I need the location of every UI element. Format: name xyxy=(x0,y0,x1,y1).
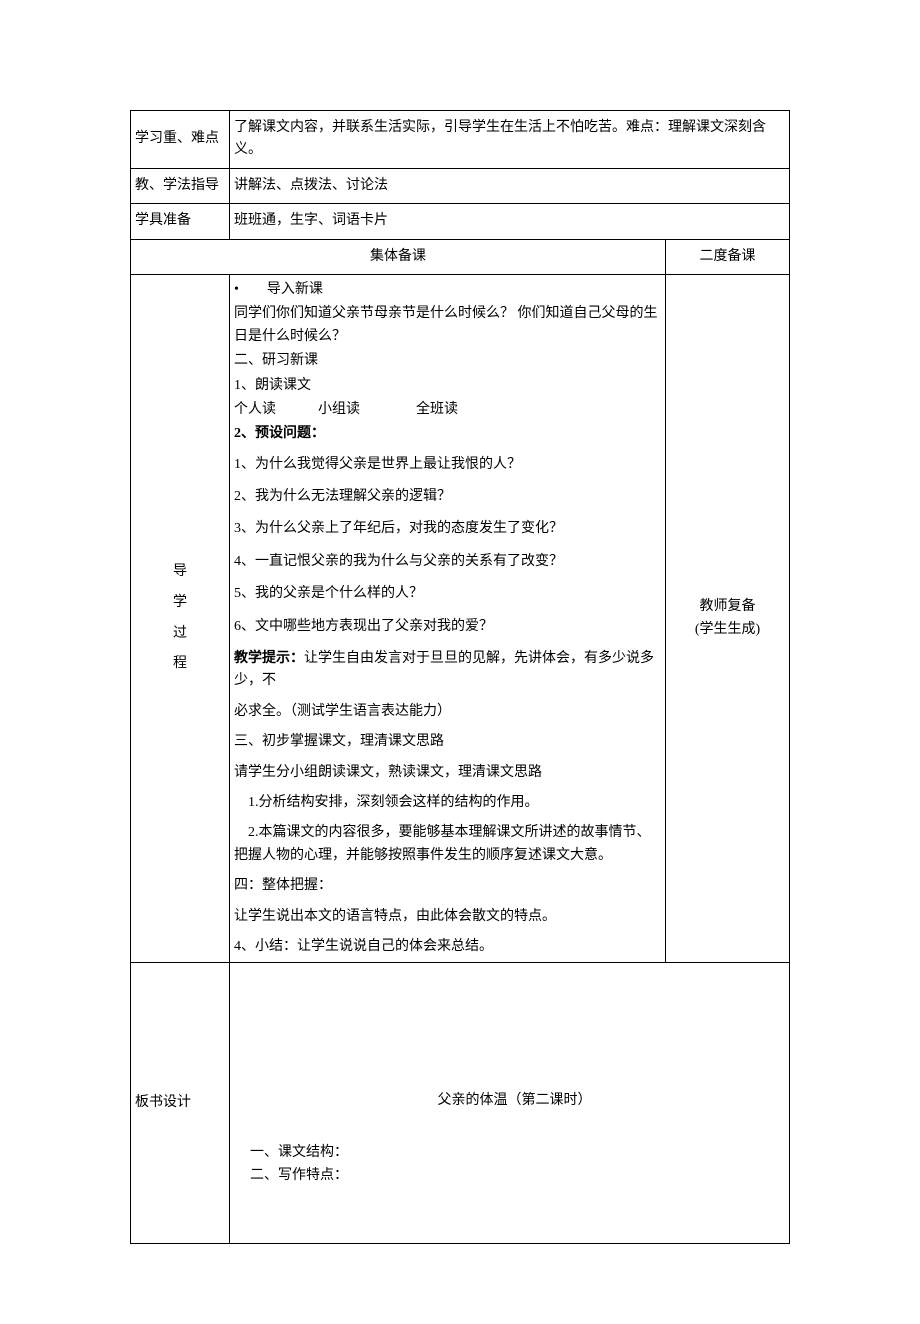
intro-question: 同学们你们知道父亲节母亲节是什么时候么？ 你们知道自己父母的生日是什么时候么？ xyxy=(234,303,661,348)
row-process: 导学过程 • 导入新课 同学们你们知道父亲节母亲节是什么时候么？ 你们知道自己父… xyxy=(131,274,790,962)
preset-heading: 2、预设问题： xyxy=(234,423,661,445)
header-group-prep: 集体备课 xyxy=(131,239,666,274)
read-modes: 个人读 小组读 全班读 xyxy=(234,399,661,421)
text-tools: 班班通，生字、词语卡片 xyxy=(230,204,790,239)
row-section-header: 集体备课 二度备课 xyxy=(131,239,790,274)
question-1: 1、为什么我觉得父亲是世界上最让我恨的人？ xyxy=(234,454,661,476)
row-method: 教、学法指导 讲解法、点拨法、讨论法 xyxy=(131,168,790,203)
label-board: 板书设计 xyxy=(131,963,230,1244)
board-line-1: 一、课文结构： xyxy=(250,1142,779,1164)
point-1: 1.分析结构安排，深刻领会这样的结构的作用。 xyxy=(234,792,661,814)
board-title: 父亲的体温（第二课时） xyxy=(250,1090,779,1112)
right-note-2: (学生生成) xyxy=(670,619,785,641)
lesson-plan-table: 学习重、难点 了解课文内容，并联系生活实际，引导学生在生活上不怕吃苦。难点：理解… xyxy=(130,110,790,1244)
question-2: 2、我为什么无法理解父亲的逻辑？ xyxy=(234,486,661,508)
label-tools: 学具准备 xyxy=(131,204,230,239)
header-second-prep: 二度备课 xyxy=(666,239,790,274)
row-focus: 学习重、难点 了解课文内容，并联系生活实际，引导学生在生活上不怕吃苦。难点：理解… xyxy=(131,111,790,169)
summary: 4、小结：让学生说说自己的体会来总结。 xyxy=(234,936,661,958)
process-content: • 导入新课 同学们你们知道父亲节母亲节是什么时候么？ 你们知道自己父母的生日是… xyxy=(230,274,666,962)
teaching-hint: 教学提示：让学生自由发言对于旦旦的见解，先讲体会，有多少说多少，不 xyxy=(234,648,661,693)
label-focus: 学习重、难点 xyxy=(131,111,230,169)
question-3: 3、为什么父亲上了年纪后，对我的态度发生了变化？ xyxy=(234,518,661,540)
section-four: 四：整体把握： xyxy=(234,875,661,897)
board-line-2: 二、写作特点： xyxy=(250,1165,779,1187)
row-tools: 学具准备 班班通，生字、词语卡片 xyxy=(131,204,790,239)
label-method: 教、学法指导 xyxy=(131,168,230,203)
hint-continuation: 必求全。（测试学生语言表达能力） xyxy=(234,701,661,723)
preset-questions: 1、为什么我觉得父亲是世界上最让我恨的人？ 2、我为什么无法理解父亲的逻辑？ 3… xyxy=(234,454,661,638)
board-content: 父亲的体温（第二课时） 一、课文结构： 二、写作特点： xyxy=(230,963,790,1244)
section-three: 三、初步掌握课文，理清课文思路 xyxy=(234,731,661,753)
section-three-sub: 请学生分小组朗读课文，熟读课文，理清课文思路 xyxy=(234,762,661,784)
hint-label: 教学提示： xyxy=(234,651,304,666)
question-6: 6、文中哪些地方表现出了父亲对我的爱？ xyxy=(234,616,661,638)
process-right-note: 教师复备 (学生生成) xyxy=(666,274,790,962)
row-board: 板书设计 父亲的体温（第二课时） 一、课文结构： 二、写作特点： xyxy=(131,963,790,1244)
label-process: 导学过程 xyxy=(131,274,230,962)
point-2: 2.本篇课文的内容很多，要能够基本理解课文所讲述的故事情节、把握人物的心理，并能… xyxy=(234,822,661,867)
read-heading: 1、朗读课文 xyxy=(234,375,661,397)
question-5: 5、我的父亲是个什么样的人？ xyxy=(234,583,661,605)
text-focus: 了解课文内容，并联系生活实际，引导学生在生活上不怕吃苦。难点：理解课文深刻含义。 xyxy=(230,111,790,169)
section-four-sub: 让学生说出本文的语言特点，由此体会散文的特点。 xyxy=(234,906,661,928)
text-method: 讲解法、点拨法、讨论法 xyxy=(230,168,790,203)
intro-heading: • 导入新课 xyxy=(234,279,661,301)
right-note-1: 教师复备 xyxy=(670,596,785,618)
question-4: 4、一直记恨父亲的我为什么与父亲的关系有了改变？ xyxy=(234,551,661,573)
label-process-text: 导学过程 xyxy=(173,557,187,680)
study-heading: 二、研习新课 xyxy=(234,350,661,372)
